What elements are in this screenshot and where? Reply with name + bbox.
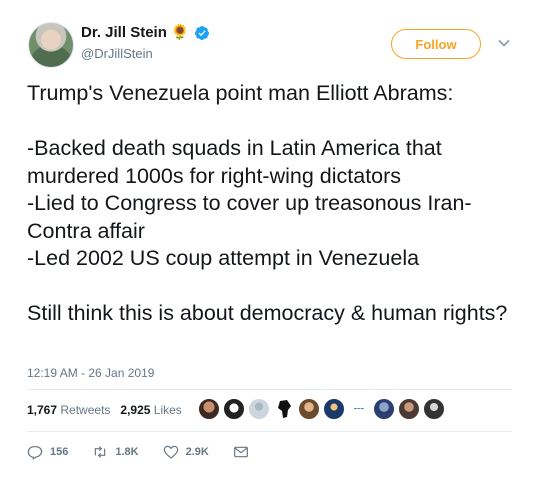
tweet-timestamp[interactable]: 12:19 AM - 26 Jan 2019 (27, 366, 154, 380)
liker-avatar[interactable]: ~~~ (348, 398, 370, 420)
direct-message-button[interactable] (233, 444, 249, 460)
tweet-stats: 1,767 Retweets 2,925 Likes (27, 403, 182, 417)
tweet-line: Still think this is about democracy & hu… (27, 301, 508, 325)
divider (27, 389, 512, 390)
liker-avatar[interactable] (248, 398, 270, 420)
likes-stat[interactable]: 2,925 Likes (120, 403, 181, 417)
tweet-line: -Led 2002 US coup attempt in Venezuela (27, 246, 420, 270)
like-count: 2.9K (185, 446, 209, 458)
avatar[interactable] (28, 22, 74, 68)
chevron-down-icon[interactable] (497, 36, 511, 50)
tweet-actions: 156 1.8K 2.9K (27, 444, 273, 460)
liker-avatar[interactable] (223, 398, 245, 420)
tweet-line: -Lied to Congress to cover up treasonous… (27, 191, 472, 243)
verified-badge-icon (194, 25, 209, 40)
divider (27, 431, 512, 432)
liker-avatar[interactable] (198, 398, 220, 420)
reply-button[interactable]: 156 (27, 444, 68, 460)
user-name-row: Dr. Jill Stein 🌻 (81, 24, 210, 41)
liker-avatar[interactable] (423, 398, 445, 420)
heart-icon (163, 445, 178, 459)
tweet-line: Trump's Venezuela point man Elliott Abra… (27, 81, 454, 105)
liker-avatar[interactable] (373, 398, 395, 420)
likers-avatars: ~~~ (198, 398, 448, 420)
follow-button[interactable]: Follow (391, 29, 481, 59)
liker-avatar[interactable] (273, 398, 295, 420)
retweet-button[interactable]: 1.8K (92, 444, 139, 460)
liker-avatar[interactable] (323, 398, 345, 420)
tweet-line: -Backed death squads in Latin America th… (27, 136, 442, 188)
retweet-count: 1.8K (115, 446, 139, 458)
retweet-icon (95, 446, 106, 458)
like-button[interactable]: 2.9K (163, 444, 209, 460)
tweet-text: Trump's Venezuela point man Elliott Abra… (27, 80, 517, 328)
user-name[interactable]: Dr. Jill Stein (81, 24, 167, 41)
reply-count: 156 (50, 446, 69, 458)
user-handle[interactable]: @DrJillStein (81, 46, 153, 61)
liker-avatar[interactable] (398, 398, 420, 420)
retweets-stat[interactable]: 1,767 Retweets (27, 403, 110, 417)
sunflower-emoji-icon: 🌻 (170, 24, 190, 41)
liker-avatar[interactable] (298, 398, 320, 420)
envelope-icon (233, 446, 248, 458)
reply-icon (27, 446, 43, 460)
